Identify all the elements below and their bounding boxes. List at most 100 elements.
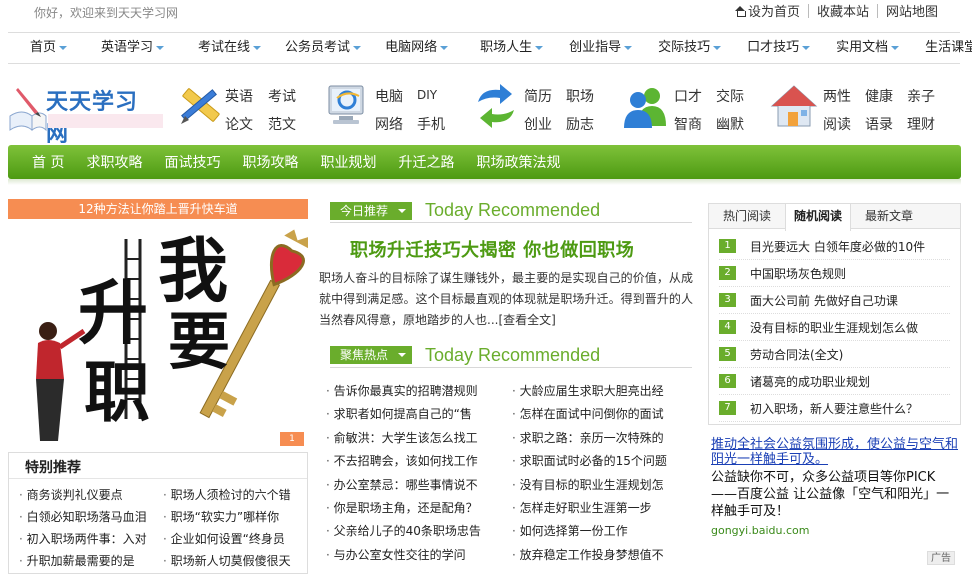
link-parenting[interactable]: 亲子 bbox=[907, 86, 935, 106]
link-startup[interactable]: 创业 bbox=[524, 114, 552, 134]
nav-home[interactable]: 首页 bbox=[8, 32, 79, 64]
nav-english[interactable]: 英语学习 bbox=[79, 32, 176, 64]
site-logo[interactable]: 天天学习网 bbox=[8, 82, 163, 147]
menu-interview[interactable]: 面试技巧 bbox=[164, 152, 220, 172]
list-item[interactable]: 求职者如何提高自己的“售 bbox=[326, 404, 512, 425]
chevron-down-icon bbox=[253, 45, 262, 50]
set-homepage-link[interactable]: 设为首页 bbox=[734, 1, 800, 20]
link-sample[interactable]: 范文 bbox=[268, 114, 296, 134]
category-group-computer: 电脑 DIY 网络 手机 bbox=[325, 82, 455, 134]
table-row[interactable]: 1 目光要远大 白领年度必做的10件 bbox=[719, 233, 950, 260]
link-exam[interactable]: 考试 bbox=[268, 86, 296, 106]
link-english[interactable]: 英语 bbox=[225, 86, 253, 106]
list-item[interactable]: 与办公室女性交往的学问 bbox=[326, 545, 512, 566]
list-item[interactable]: 大龄应届生求职大胆亮出经 bbox=[512, 381, 676, 402]
list-item[interactable]: 企业如何设置“终身员 bbox=[163, 530, 301, 549]
link-quotes[interactable]: 语录 bbox=[865, 114, 893, 134]
menu-workplace[interactable]: 职场攻略 bbox=[242, 152, 298, 172]
list-item[interactable]: 升职加薪最需要的是 bbox=[19, 552, 157, 571]
link-iq[interactable]: 智商 bbox=[674, 114, 702, 134]
list-item[interactable]: 办公室禁忌：哪些事情说不 bbox=[326, 475, 512, 496]
list-item[interactable]: 不去招聘会，该如何找工作 bbox=[326, 451, 512, 472]
list-item[interactable]: 职场新人切莫假傻很天 bbox=[163, 552, 301, 571]
table-row[interactable]: 5 劳动合同法(全文) bbox=[719, 341, 950, 368]
tab-random-reading[interactable]: 随机阅读 bbox=[785, 204, 852, 231]
top-links: 设为首页 收藏本站 网站地图 bbox=[734, 1, 938, 20]
chevron-down-icon bbox=[713, 45, 722, 50]
tab-latest[interactable]: 最新文章 bbox=[857, 204, 921, 228]
link-inspire[interactable]: 励志 bbox=[566, 114, 594, 134]
list-item[interactable]: 求职面试时必备的15个问题 bbox=[512, 451, 676, 472]
today-tag[interactable]: 今日推荐 bbox=[330, 202, 412, 220]
nav-computer[interactable]: 电脑网络 bbox=[373, 32, 460, 64]
nav-exam[interactable]: 考试在线 bbox=[176, 32, 273, 64]
chevron-down-icon bbox=[156, 45, 165, 50]
section-menu: 首 页 求职攻略 面试技巧 职场攻略 职业规划 升迁之路 职场政策法规 bbox=[8, 145, 961, 179]
rank-badge: 2 bbox=[719, 266, 736, 280]
link-eloquence[interactable]: 口才 bbox=[674, 86, 702, 106]
link-network[interactable]: 网络 bbox=[375, 114, 403, 134]
list-item[interactable]: 职场“软实力”哪样你 bbox=[163, 508, 301, 527]
hot-tag[interactable]: 聚焦热点 bbox=[330, 346, 412, 364]
list-item[interactable]: 初入职场两件事：入对 bbox=[19, 530, 157, 549]
table-row[interactable]: 6 诸葛亮的成功职业规划 bbox=[719, 368, 950, 395]
read-more-link[interactable]: [查看全文] bbox=[498, 313, 555, 327]
link-computer[interactable]: 电脑 bbox=[375, 86, 403, 106]
list-item[interactable]: 告诉你最真实的招聘潜规则 bbox=[326, 381, 512, 402]
banner-pager[interactable]: 1 bbox=[280, 432, 304, 446]
nav-docs[interactable]: 实用文档 bbox=[822, 32, 911, 64]
list-item[interactable]: 父亲给儿子的40条职场忠告 bbox=[326, 521, 512, 542]
link-social[interactable]: 交际 bbox=[716, 86, 744, 106]
nav-social[interactable]: 交际技巧 bbox=[644, 32, 733, 64]
ad-title-link[interactable]: 推动全社会公益氛围形成，使公益与空气和阳光一样触手可及。 bbox=[711, 437, 959, 467]
list-item[interactable]: 没有目标的职业生涯规划怎 bbox=[512, 475, 676, 496]
list-item[interactable]: 放弃稳定工作投身梦想值不 bbox=[512, 545, 676, 566]
menu-promotion[interactable]: 升迁之路 bbox=[398, 152, 454, 172]
list-item[interactable]: 商务谈判礼仪要点 bbox=[19, 486, 157, 505]
link-workplace[interactable]: 职场 bbox=[566, 86, 594, 106]
chevron-down-icon bbox=[398, 209, 406, 213]
people-icon bbox=[624, 88, 666, 128]
link-mobile[interactable]: 手机 bbox=[417, 114, 445, 134]
nav-career[interactable]: 职场人生 bbox=[460, 32, 555, 64]
link-reading[interactable]: 阅读 bbox=[823, 114, 851, 134]
banner-image[interactable]: 我 要 升 职 bbox=[8, 219, 308, 449]
list-item[interactable]: 职场人须检讨的六个错 bbox=[163, 486, 301, 505]
ad-url[interactable]: gongyi.baidu.com bbox=[711, 524, 959, 537]
table-row[interactable]: 7 初入职场，新人要注意些什么？ bbox=[719, 395, 950, 422]
link-diy[interactable]: DIY bbox=[417, 88, 437, 102]
category-group-study: 英语 考试 论文 范文 bbox=[175, 82, 305, 134]
headline-link[interactable]: 职场升迁技巧大揭密 你也做回职场 bbox=[350, 236, 634, 262]
ad-body[interactable]: 公益缺你不可，众多公益项目等你PICK——百度公益 让公益像「空气和阳光」一样触… bbox=[711, 469, 959, 520]
banner-title[interactable]: 12种方法让你踏上晋升快车道 bbox=[8, 199, 308, 219]
link-health[interactable]: 健康 bbox=[865, 86, 893, 106]
list-item[interactable]: 白领必知职场落马血泪 bbox=[19, 508, 157, 527]
menu-career-plan[interactable]: 职业规划 bbox=[320, 152, 376, 172]
link-relationship[interactable]: 两性 bbox=[823, 86, 851, 106]
nav-life[interactable]: 生活课堂 bbox=[911, 32, 972, 64]
menu-home[interactable]: 首 页 bbox=[32, 152, 64, 172]
list-item[interactable]: 求职之路：亲历一次特殊的 bbox=[512, 428, 676, 449]
list-item[interactable]: 如何选择第一份工作 bbox=[512, 521, 676, 542]
sitemap-link[interactable]: 网站地图 bbox=[886, 1, 938, 20]
nav-civil-service[interactable]: 公务员考试 bbox=[273, 32, 373, 64]
list-item[interactable]: 你是职场主角，还是配角？ bbox=[326, 498, 512, 519]
list-item[interactable]: 怎样走好职业生涯第一步 bbox=[512, 498, 676, 519]
table-row[interactable]: 3 面大公司前 先做好自己功课 bbox=[719, 287, 950, 314]
menu-policy[interactable]: 职场政策法规 bbox=[476, 152, 560, 172]
link-resume[interactable]: 简历 bbox=[524, 86, 552, 106]
nav-eloquence[interactable]: 口才技巧 bbox=[733, 32, 822, 64]
table-row[interactable]: 4 没有目标的职业生涯规划怎么做 bbox=[719, 314, 950, 341]
menu-job-hunting[interactable]: 求职攻略 bbox=[86, 152, 142, 172]
chevron-down-icon bbox=[353, 45, 362, 50]
link-finance[interactable]: 理财 bbox=[907, 114, 935, 134]
link-thesis[interactable]: 论文 bbox=[225, 114, 253, 134]
link-humor[interactable]: 幽默 bbox=[716, 114, 744, 134]
tab-hot-reading[interactable]: 热门阅读 bbox=[715, 204, 779, 228]
nav-startup[interactable]: 创业指导 bbox=[555, 32, 644, 64]
list-item[interactable]: 怎样在面试中问倒你的面试 bbox=[512, 404, 676, 425]
hot-list: 告诉你最真实的招聘潜规则 大龄应届生求职大胆亮出经 求职者如何提高自己的“售 怎… bbox=[326, 381, 686, 566]
bookmark-link[interactable]: 收藏本站 bbox=[817, 1, 869, 20]
table-row[interactable]: 2 中国职场灰色规则 bbox=[719, 260, 950, 287]
list-item[interactable]: 俞敏洪：大学生该怎么找工 bbox=[326, 428, 512, 449]
